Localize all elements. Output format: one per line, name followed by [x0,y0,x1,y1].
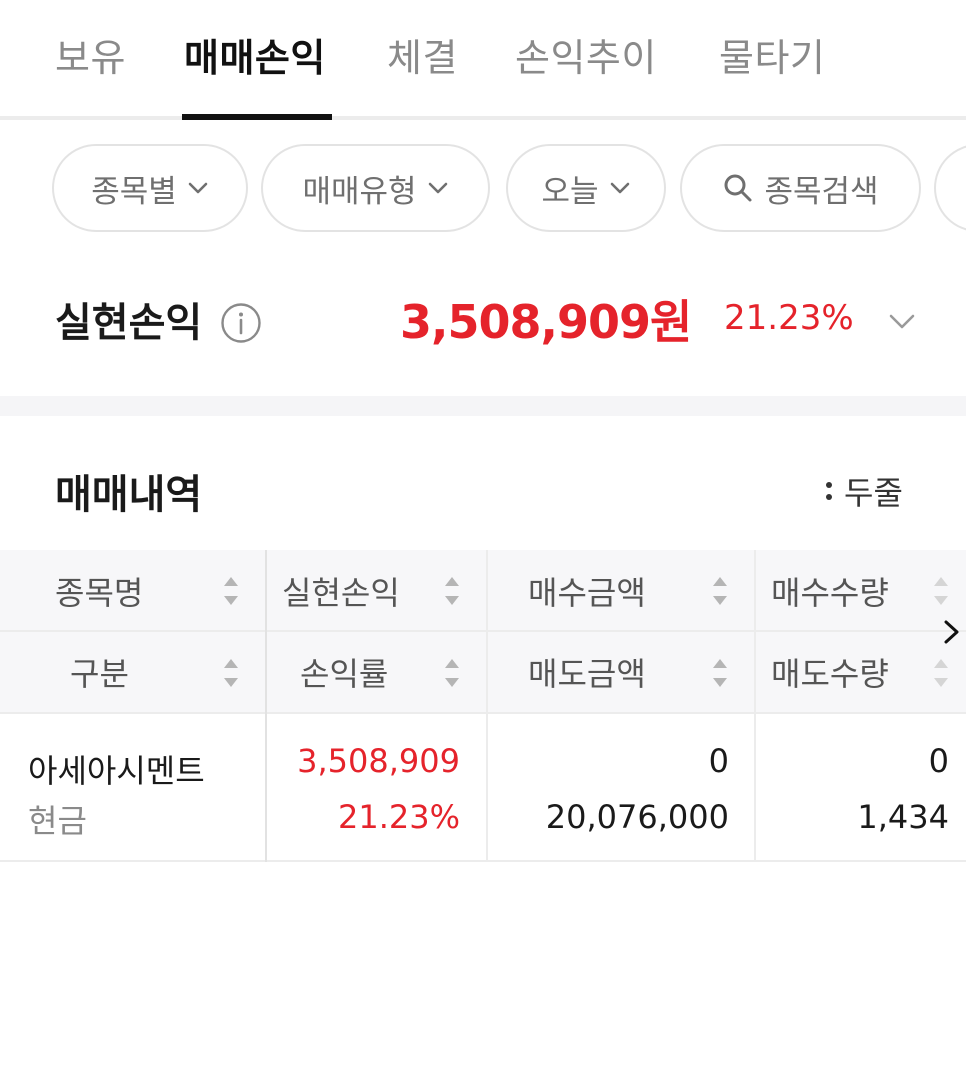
search-icon [724,174,752,202]
header-stock-name[interactable]: 종목명 [55,551,143,631]
chevron-down-icon [428,182,447,194]
more-filter-chip[interactable] [934,144,966,232]
tab-pnl-trend[interactable]: 손익추이 [515,30,657,86]
by-stock-filter-chip[interactable]: 종목별 [52,144,248,232]
sell-amount-cell: 20,076,000 [545,798,729,836]
header-bottom-border [0,712,966,714]
period-filter-chip[interactable]: 오늘 [506,144,666,232]
sort-icon[interactable] [443,656,461,690]
tab-averaging-down[interactable]: 물타기 [719,30,825,86]
sort-icon[interactable] [932,574,950,608]
two-line-view-label: 두줄 [844,474,903,512]
column-divider [486,550,488,862]
active-tab-indicator [182,114,332,120]
sort-icon[interactable] [222,574,240,608]
info-icon[interactable] [220,302,262,344]
chevron-down-icon [610,182,629,194]
sort-icon[interactable] [443,574,461,608]
tab-trade-pnl[interactable]: 매매손익 [184,30,326,86]
header-pnl-rate[interactable]: 손익률 [300,632,388,712]
trade-history-title: 매매내역 [55,472,203,518]
realized-pnl-summary: 실현손익 3,508,909원 21.23% [0,260,966,380]
trade-type-filter-chip[interactable]: 매매유형 [261,144,490,232]
header-sell-quantity[interactable]: 매도수량 [771,632,889,712]
sort-icon[interactable] [222,656,240,690]
header-realized-pnl[interactable]: 실현손익 [282,551,400,631]
header-row-divider [0,630,966,632]
stock-name-cell: 아세아시멘트 [28,752,205,790]
header-buy-quantity[interactable]: 매수수량 [771,551,889,631]
realized-pnl-rate: 21.23% [724,298,854,338]
header-category[interactable]: 구분 [70,632,129,712]
realized-pnl-amount: 3,508,909원 [400,295,692,349]
sort-icon[interactable] [711,574,729,608]
stock-search-label: 종목검색 [764,173,879,210]
stock-search-chip[interactable]: 종목검색 [680,144,921,232]
trade-pnl-screen: 보유 매매손익 체결 손익추이 물타기 종목별 매매유형 오늘 종목검색 실현손… [0,0,966,1078]
period-filter-label: 오늘 [541,173,599,210]
column-divider [265,550,267,862]
sell-quantity-cell: 1,434 [857,798,949,836]
category-cell: 현금 [28,802,87,840]
filter-chip-row: 종목별 매매유형 오늘 종목검색 [0,144,966,234]
realized-pnl-cell: 3,508,909 [297,742,460,780]
header-sell-amount[interactable]: 매도금액 [528,632,646,712]
sort-icon[interactable] [711,656,729,690]
buy-quantity-cell: 0 [928,742,949,780]
trade-type-filter-label: 매매유형 [302,173,417,210]
two-line-view-toggle[interactable]: 두줄 [826,468,903,514]
two-line-dots-icon [826,482,832,500]
row-bottom-border [0,860,966,862]
buy-amount-cell: 0 [708,742,729,780]
realized-pnl-title: 실현손익 [55,300,203,346]
tab-bar: 보유 매매손익 체결 손익추이 물타기 [0,0,966,120]
scroll-right-chevron-icon[interactable] [940,618,964,646]
header-buy-amount[interactable]: 매수금액 [528,551,646,631]
by-stock-filter-label: 종목별 [91,173,177,210]
tab-executions[interactable]: 체결 [387,30,458,86]
trade-history-table: 종목명 실현손익 매수금액 매수수량 구분 손익률 매도금액 매도수량 아세아시… [0,550,966,862]
pnl-rate-cell: 21.23% [337,798,460,836]
sort-icon[interactable] [932,656,950,690]
section-divider [0,396,966,416]
column-divider [754,550,756,862]
expand-chevron-icon[interactable] [887,306,917,336]
chevron-down-icon [188,182,208,194]
tab-holdings[interactable]: 보유 [55,30,126,86]
